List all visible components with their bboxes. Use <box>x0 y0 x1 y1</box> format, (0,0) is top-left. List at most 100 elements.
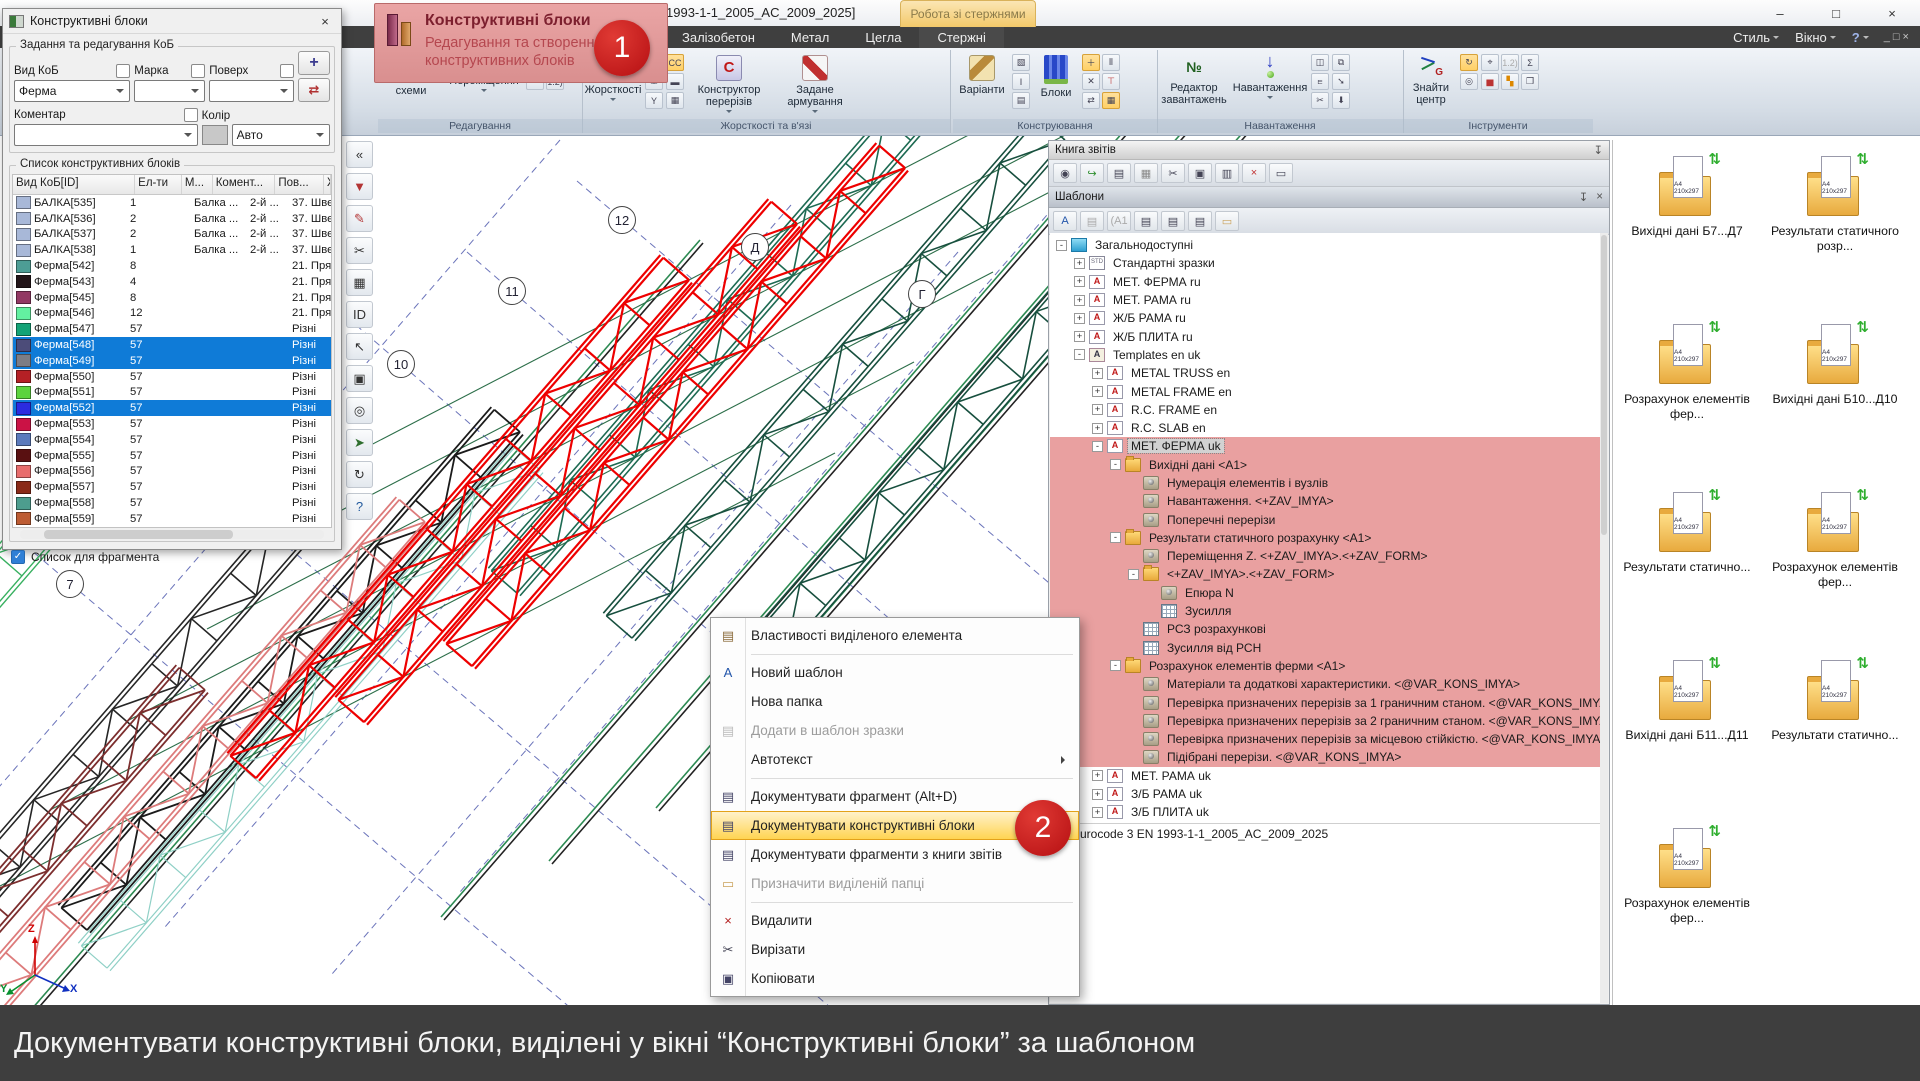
marka-checkbox[interactable] <box>191 64 205 78</box>
toolbar-icon[interactable]: ▤ <box>1188 211 1212 231</box>
tree-item[interactable]: + A R.C. SLAB en <box>1050 419 1600 437</box>
table-row[interactable]: БАЛКА[536] 2 Балка ... 2-й ... 37. Швеле… <box>13 211 331 227</box>
menu-style[interactable]: Стиль <box>1727 30 1785 45</box>
report-folder-item[interactable]: A4 210x297 ⇅ Вихідні дані Б7...Д7 <box>1613 156 1761 324</box>
tree-item[interactable]: + A З/Б РАМА uk <box>1050 785 1600 803</box>
table-row[interactable]: Ферма[558] 57 Різні <box>13 495 331 511</box>
context-menu-item[interactable] <box>711 898 1079 906</box>
tree-item[interactable]: Зусилля <box>1050 602 1600 620</box>
context-menu-item[interactable]: ▤ Додати в шаблон зразки <box>711 716 1079 745</box>
toolbar-icon[interactable]: ▭ <box>1215 211 1239 231</box>
table-row[interactable]: Ферма[542] 8 21. Прямок <box>13 258 331 274</box>
pin-icon[interactable]: ↧ <box>1579 190 1589 204</box>
pin-icon[interactable]: ↧ <box>1593 143 1603 157</box>
comment-select[interactable] <box>14 124 198 146</box>
tree-item[interactable]: Підібрані перерізи. <@VAR_KONS_IMYA> <box>1050 748 1600 766</box>
expand-toggle-icon[interactable]: - <box>1110 532 1121 543</box>
view-tool-button[interactable]: ◎ <box>346 397 373 424</box>
expand-toggle-icon[interactable]: + <box>1092 423 1103 434</box>
cut-load-icon[interactable]: ✂ <box>1311 92 1329 109</box>
tree-item[interactable]: - <+ZAV_IMYA>.<+ZAV_FORM> <box>1050 565 1600 583</box>
context-menu-item[interactable]: ✂ Вирізати <box>711 935 1079 964</box>
view-tool-button[interactable]: ▼ <box>346 173 373 200</box>
copy-load-icon[interactable]: ⧉ <box>1332 54 1350 71</box>
toolbar-icon[interactable]: ▭ <box>1269 163 1293 183</box>
table-hscrollbar[interactable] <box>20 530 324 539</box>
context-menu-item[interactable] <box>711 650 1079 658</box>
blocks-button[interactable]: Блоки <box>1033 52 1079 99</box>
table-row[interactable]: Ферма[549] 57 Різні <box>13 353 331 369</box>
expand-toggle-icon[interactable]: + <box>1074 258 1085 269</box>
tree-item[interactable]: + A Ж/Б ПЛИТА ru <box>1050 327 1600 345</box>
find-center-button[interactable]: GЗнайти центр <box>1405 52 1457 106</box>
expand-toggle-icon[interactable]: - <box>1110 459 1121 470</box>
table-row[interactable]: Ферма[556] 57 Різні <box>13 464 331 480</box>
expand-toggle-icon[interactable]: + <box>1092 368 1103 379</box>
tree-item[interactable]: + A METAL FRAME en <box>1050 382 1600 400</box>
tree-item[interactable]: - A Templates en uk <box>1050 346 1600 364</box>
cube-icon[interactable]: ▧ <box>1012 54 1030 71</box>
move-load-icon[interactable]: ➘ <box>1332 73 1350 90</box>
table-row[interactable]: Ферма[551] 57 Різні <box>13 385 331 401</box>
expand-toggle-icon[interactable]: + <box>1074 331 1085 342</box>
toolbar-icon[interactable]: A <box>1053 211 1077 231</box>
select-dashed-icon[interactable]: ⌖ <box>1481 54 1499 71</box>
table-row[interactable]: Ферма[548] 57 Різні <box>13 337 331 353</box>
expand-toggle-icon[interactable]: + <box>1074 313 1085 324</box>
brick-icon[interactable]: ▤ <box>1012 92 1030 109</box>
tree-item[interactable]: Зусилля від РСН <box>1050 639 1600 657</box>
tree-item[interactable]: - Вихідні дані <А1> <box>1050 456 1600 474</box>
tree-item[interactable]: Перевірка призначених перерізів за 1 гра… <box>1050 693 1600 711</box>
tab-zalizobeton[interactable]: Залізобетон <box>664 26 773 48</box>
distributed-load-icon[interactable]: ⫢ <box>1311 73 1329 90</box>
report-folder-item[interactable]: A4 210x297 ⇅ Результати статично... <box>1761 660 1909 828</box>
expand-toggle-icon[interactable]: - <box>1074 349 1085 360</box>
toolbar-icon[interactable]: ▤ <box>1161 211 1185 231</box>
table-row[interactable]: Ферма[554] 57 Різні <box>13 432 331 448</box>
table-row[interactable]: Ферма[545] 8 21. Прямок <box>13 290 331 306</box>
restore-button[interactable]: □ <box>1808 0 1864 26</box>
expand-toggle-icon[interactable]: + <box>1092 404 1103 415</box>
diagram-icon[interactable]: ▅ <box>1481 73 1499 90</box>
zoom-search-icon[interactable]: ◎ <box>1460 73 1478 90</box>
fragment-checkbox[interactable]: ✓ <box>11 550 25 564</box>
swap-arrows-button[interactable]: ⇄ <box>298 78 330 102</box>
expand-toggle-icon[interactable]: + <box>1092 770 1103 781</box>
table-row[interactable]: Ферма[546] 12 21. Прямок <box>13 306 331 322</box>
context-menu-item[interactable]: ▣ Копіювати <box>711 964 1079 993</box>
view-tool-button[interactable]: ▦ <box>346 269 373 296</box>
panel-header[interactable]: Конструктивні блоки × <box>3 9 341 34</box>
calc-pad-icon[interactable]: ▦ <box>1102 92 1120 109</box>
beam-icon[interactable]: ▬ <box>666 73 684 90</box>
toolbar-icon[interactable]: ▦ <box>1134 163 1158 183</box>
report-folder-item[interactable]: A4 210x297 ⇅ Розрахунок елементів фер... <box>1613 324 1761 492</box>
report-folder-item[interactable]: A4 210x297 ⇅ Вихідні дані Б11...Д11 <box>1613 660 1761 828</box>
comment-checkbox[interactable] <box>184 108 198 122</box>
tab-metal[interactable]: Метал <box>773 26 847 48</box>
load-editor-button[interactable]: №Редактор завантажень <box>1159 52 1229 106</box>
report-folder-item[interactable]: A4 210x297 ⇅ Результати статичного розр.… <box>1761 156 1909 324</box>
cross-members-icon[interactable]: ✕ <box>1082 73 1100 90</box>
menu-help[interactable]: ? <box>1846 30 1875 45</box>
tree-scrollbar[interactable] <box>1600 233 1608 1003</box>
view-tool-button[interactable]: ➤ <box>346 429 373 456</box>
color-select[interactable]: Авто <box>232 124 330 146</box>
stack-load-icon[interactable]: ⬇ <box>1332 92 1350 109</box>
diag-icon[interactable]: ⇄ <box>1082 92 1100 109</box>
report-folder-item[interactable]: A4 210x297 ⇅ Результати статично... <box>1613 492 1761 660</box>
table-row[interactable]: БАЛКА[535] 1 Балка ... 2-й ... 37. Швеле… <box>13 195 331 211</box>
hinge-icon[interactable]: Y <box>645 92 663 109</box>
view-tool-button[interactable]: ? <box>346 493 373 520</box>
tree-item[interactable]: Переміщення Z. <+ZAV_IMYA>.<+ZAV_FORM> <box>1050 547 1600 565</box>
table-row[interactable]: Ферма[547] 57 Різні <box>13 321 331 337</box>
context-menu-item[interactable]: A Новий шаблон <box>711 658 1079 687</box>
section-designer-button[interactable]: СКонструктор перерізів <box>687 52 771 116</box>
expand-toggle-icon[interactable]: + <box>1092 807 1103 818</box>
poverh-select[interactable] <box>209 80 294 102</box>
tree-item[interactable]: + STD Стандартні зразки <box>1050 254 1600 272</box>
tree-item[interactable]: - Результати статичного розрахунку <А1> <box>1050 529 1600 547</box>
add-member-icon[interactable]: ＋ <box>1082 54 1100 71</box>
toolbar-icon[interactable]: ✂ <box>1161 163 1185 183</box>
frame-icon[interactable]: ▦ <box>666 92 684 109</box>
context-menu-item[interactable]: Нова папка <box>711 687 1079 716</box>
